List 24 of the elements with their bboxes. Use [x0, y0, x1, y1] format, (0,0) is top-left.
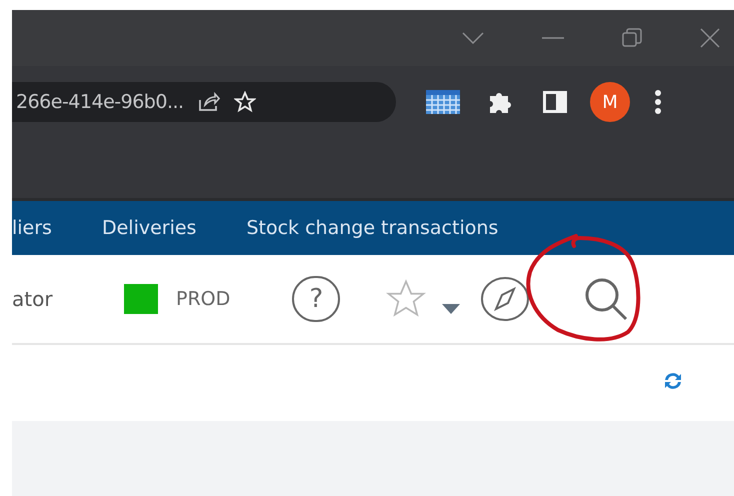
search-icon[interactable] [584, 277, 628, 321]
caret-icon[interactable] [442, 304, 460, 314]
environment-swatch [124, 284, 158, 314]
environment-indicator[interactable]: PROD [124, 284, 230, 314]
address-bar[interactable]: 266e-414e-96b0... [12, 82, 396, 122]
side-panel-icon[interactable] [542, 90, 568, 114]
nav-link[interactable]: liers [12, 214, 52, 242]
nav-link[interactable]: Stock change transactions [246, 214, 498, 242]
help-button[interactable]: ? [292, 276, 340, 322]
more-icon[interactable] [654, 89, 662, 115]
chevron-down-icon[interactable] [462, 32, 484, 44]
compass-icon[interactable] [480, 276, 530, 322]
puzzle-icon[interactable] [488, 90, 514, 114]
environment-label: PROD [176, 286, 230, 312]
refresh-icon[interactable] [662, 371, 684, 391]
close-icon[interactable] [700, 28, 720, 48]
calendar-icon[interactable] [426, 90, 460, 114]
nav-link[interactable]: Deliveries [102, 214, 196, 242]
user-label: ator [12, 286, 54, 313]
profile-avatar[interactable]: M [590, 82, 630, 122]
star-icon[interactable] [234, 91, 256, 113]
url-text: 266e-414e-96b0... [16, 90, 184, 115]
share-icon[interactable] [198, 92, 220, 112]
restore-icon[interactable] [622, 28, 642, 48]
